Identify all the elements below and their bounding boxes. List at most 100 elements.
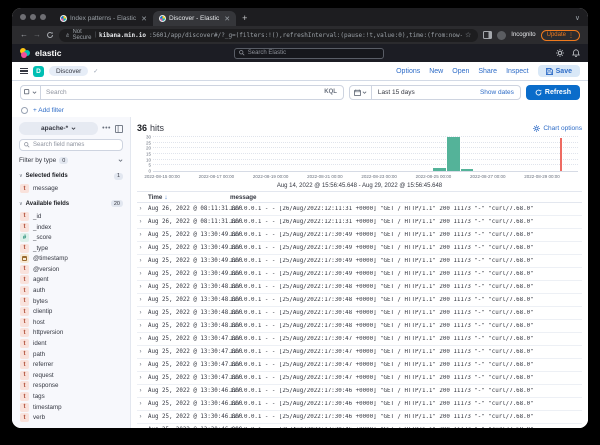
field-item-verb[interactable]: tverb [19,412,123,423]
back-button[interactable]: ← [20,31,28,39]
new-tab-button[interactable]: + [242,13,247,23]
filter-icon[interactable] [21,107,28,114]
field-item-agent[interactable]: tagent [19,275,123,286]
available-fields-header[interactable]: ∨ Available fields 20 [19,200,123,207]
field-item-timestamp[interactable]: ttimestamp [19,402,123,413]
field-item-tags[interactable]: ttags [19,391,123,402]
field-item-ident[interactable]: tident [19,338,123,349]
expand-row-icon[interactable]: › [137,297,144,303]
expand-row-icon[interactable]: › [137,414,144,420]
alerts-bell-icon[interactable] [572,49,580,57]
field-item-request[interactable]: trequest [19,370,123,381]
filter-by-type-button[interactable]: Filter by type 0 [19,155,123,167]
side-panel-icon[interactable] [483,31,492,39]
field-item-referrer[interactable]: treferrer [19,359,123,370]
table-row[interactable]: ›Aug 25, 2022 @ 13:30:47.000127.0.0.1 - … [137,333,582,346]
new-button[interactable]: New [429,68,443,75]
field-item-version[interactable]: t@version [19,264,123,275]
field-item-id[interactable]: t_id [19,211,123,222]
histogram-plot[interactable]: 051015202530 [153,138,578,172]
share-button[interactable]: Share [478,68,497,75]
field-item-httpversion[interactable]: thttpversion [19,328,123,339]
refresh-button[interactable]: Refresh [526,85,580,100]
show-dates-button[interactable]: Show dates [480,89,520,96]
table-row[interactable]: ›Aug 25, 2022 @ 13:30:48.000127.0.0.1 - … [137,281,582,294]
doc-table-body[interactable]: ›Aug 26, 2022 @ 08:11:31.000127.0.0.1 - … [137,203,582,428]
tab-close-icon[interactable]: ✕ [224,15,230,23]
table-row[interactable]: ›Aug 26, 2022 @ 08:11:31.000127.0.0.1 - … [137,203,582,216]
tab-discover[interactable]: Discover - Elastic ✕ [153,11,236,26]
field-options-button[interactable]: ••• [102,125,111,132]
table-row[interactable]: ›Aug 25, 2022 @ 13:30:49.000127.0.0.1 - … [137,242,582,255]
table-row[interactable]: ›Aug 25, 2022 @ 13:30:49.000127.0.0.1 - … [137,255,582,268]
table-row[interactable]: ›Aug 25, 2022 @ 13:30:47.000127.0.0.1 - … [137,346,582,359]
histogram-chart[interactable]: 051015202530 [153,138,578,172]
add-filter-button[interactable]: + Add filter [33,107,64,114]
expand-row-icon[interactable]: › [137,219,144,225]
menu-hamburger-icon[interactable] [20,68,28,75]
space-avatar[interactable]: D [33,66,44,77]
field-item-path[interactable]: tpath [19,349,123,360]
save-button[interactable]: Save [538,65,580,77]
table-row[interactable]: ›Aug 25, 2022 @ 13:30:46.000127.0.0.1 - … [137,385,582,398]
elastic-logo-icon[interactable] [20,48,30,58]
table-row[interactable]: ›Aug 25, 2022 @ 13:30:48.000127.0.0.1 - … [137,294,582,307]
forward-button[interactable]: → [33,31,41,39]
global-search-input[interactable]: Search Elastic [234,48,384,59]
settings-icon[interactable] [556,49,564,57]
expand-row-icon[interactable]: › [137,258,144,264]
field-item-host[interactable]: thost [19,317,123,328]
chrome-update-button[interactable]: Update⋮ [541,30,580,41]
field-item-type[interactable]: t_type [19,243,123,254]
histogram-bar[interactable] [461,169,474,171]
tab-search-chevron-icon[interactable]: ∨ [575,14,580,26]
table-row[interactable]: ›Aug 25, 2022 @ 13:30:48.000127.0.0.1 - … [137,307,582,320]
date-picker[interactable]: Last 15 days Show dates [349,85,521,100]
expand-row-icon[interactable]: › [137,401,144,407]
inspect-button[interactable]: Inspect [506,68,529,75]
field-search-input[interactable]: Search field names [19,139,123,151]
expand-row-icon[interactable]: › [137,206,144,212]
time-range-value[interactable]: Last 15 days [372,89,480,96]
sort-descending-icon[interactable]: ↓ [164,194,167,201]
table-row[interactable]: ›Aug 25, 2022 @ 13:30:46.000127.0.0.1 - … [137,398,582,411]
field-item-score[interactable]: #_score [19,232,123,243]
expand-row-icon[interactable]: › [137,427,144,428]
chart-options-button[interactable]: Chart options [533,125,582,132]
window-minimize-button[interactable] [30,14,36,20]
breadcrumb[interactable]: Discover [49,66,88,76]
table-row[interactable]: ›Aug 25, 2022 @ 13:30:46.000127.0.0.1 - … [137,424,582,428]
incognito-avatar-icon[interactable] [497,31,506,40]
expand-row-icon[interactable]: › [137,388,144,394]
expand-row-icon[interactable]: › [137,362,144,368]
data-view-picker[interactable]: apache-* [19,122,98,135]
histogram-bar[interactable] [447,137,460,171]
message-column-header[interactable]: message [230,194,257,201]
tab-close-icon[interactable]: ✕ [141,15,147,23]
table-row[interactable]: ›Aug 25, 2022 @ 13:30:47.000127.0.0.1 - … [137,359,582,372]
field-item-auth[interactable]: tauth [19,285,123,296]
field-item-timestamp[interactable]: @timestamp [19,254,123,265]
expand-row-icon[interactable]: › [137,336,144,342]
expand-row-icon[interactable]: › [137,284,144,290]
field-item-index[interactable]: t_index [19,222,123,233]
expand-row-icon[interactable]: › [137,245,144,251]
window-close-button[interactable] [20,14,26,20]
expand-row-icon[interactable]: › [137,271,144,277]
open-button[interactable]: Open [452,68,469,75]
histogram-bar[interactable] [433,168,446,171]
table-row[interactable]: ›Aug 25, 2022 @ 13:30:47.000127.0.0.1 - … [137,372,582,385]
expand-row-icon[interactable]: › [137,232,144,238]
table-row[interactable]: ›Aug 25, 2022 @ 13:30:49.000127.0.0.1 - … [137,229,582,242]
window-zoom-button[interactable] [40,14,46,20]
kql-search-input[interactable]: Search KQL [20,85,344,100]
collapse-sidebar-icon[interactable] [115,125,123,133]
field-item-response[interactable]: tresponse [19,381,123,392]
address-bar[interactable]: Not Secure | kibana.min.io :5601/app/dis… [59,29,478,42]
bookmark-star-icon[interactable]: ☆ [465,31,471,39]
selected-fields-header[interactable]: ∨ Selected fields 1 [19,173,123,180]
table-row[interactable]: ›Aug 25, 2022 @ 13:30:46.000127.0.0.1 - … [137,411,582,424]
options-button[interactable]: Options [396,68,420,75]
time-column-header[interactable]: Time ↓ [148,194,226,201]
table-row[interactable]: ›Aug 25, 2022 @ 13:30:49.000127.0.0.1 - … [137,268,582,281]
